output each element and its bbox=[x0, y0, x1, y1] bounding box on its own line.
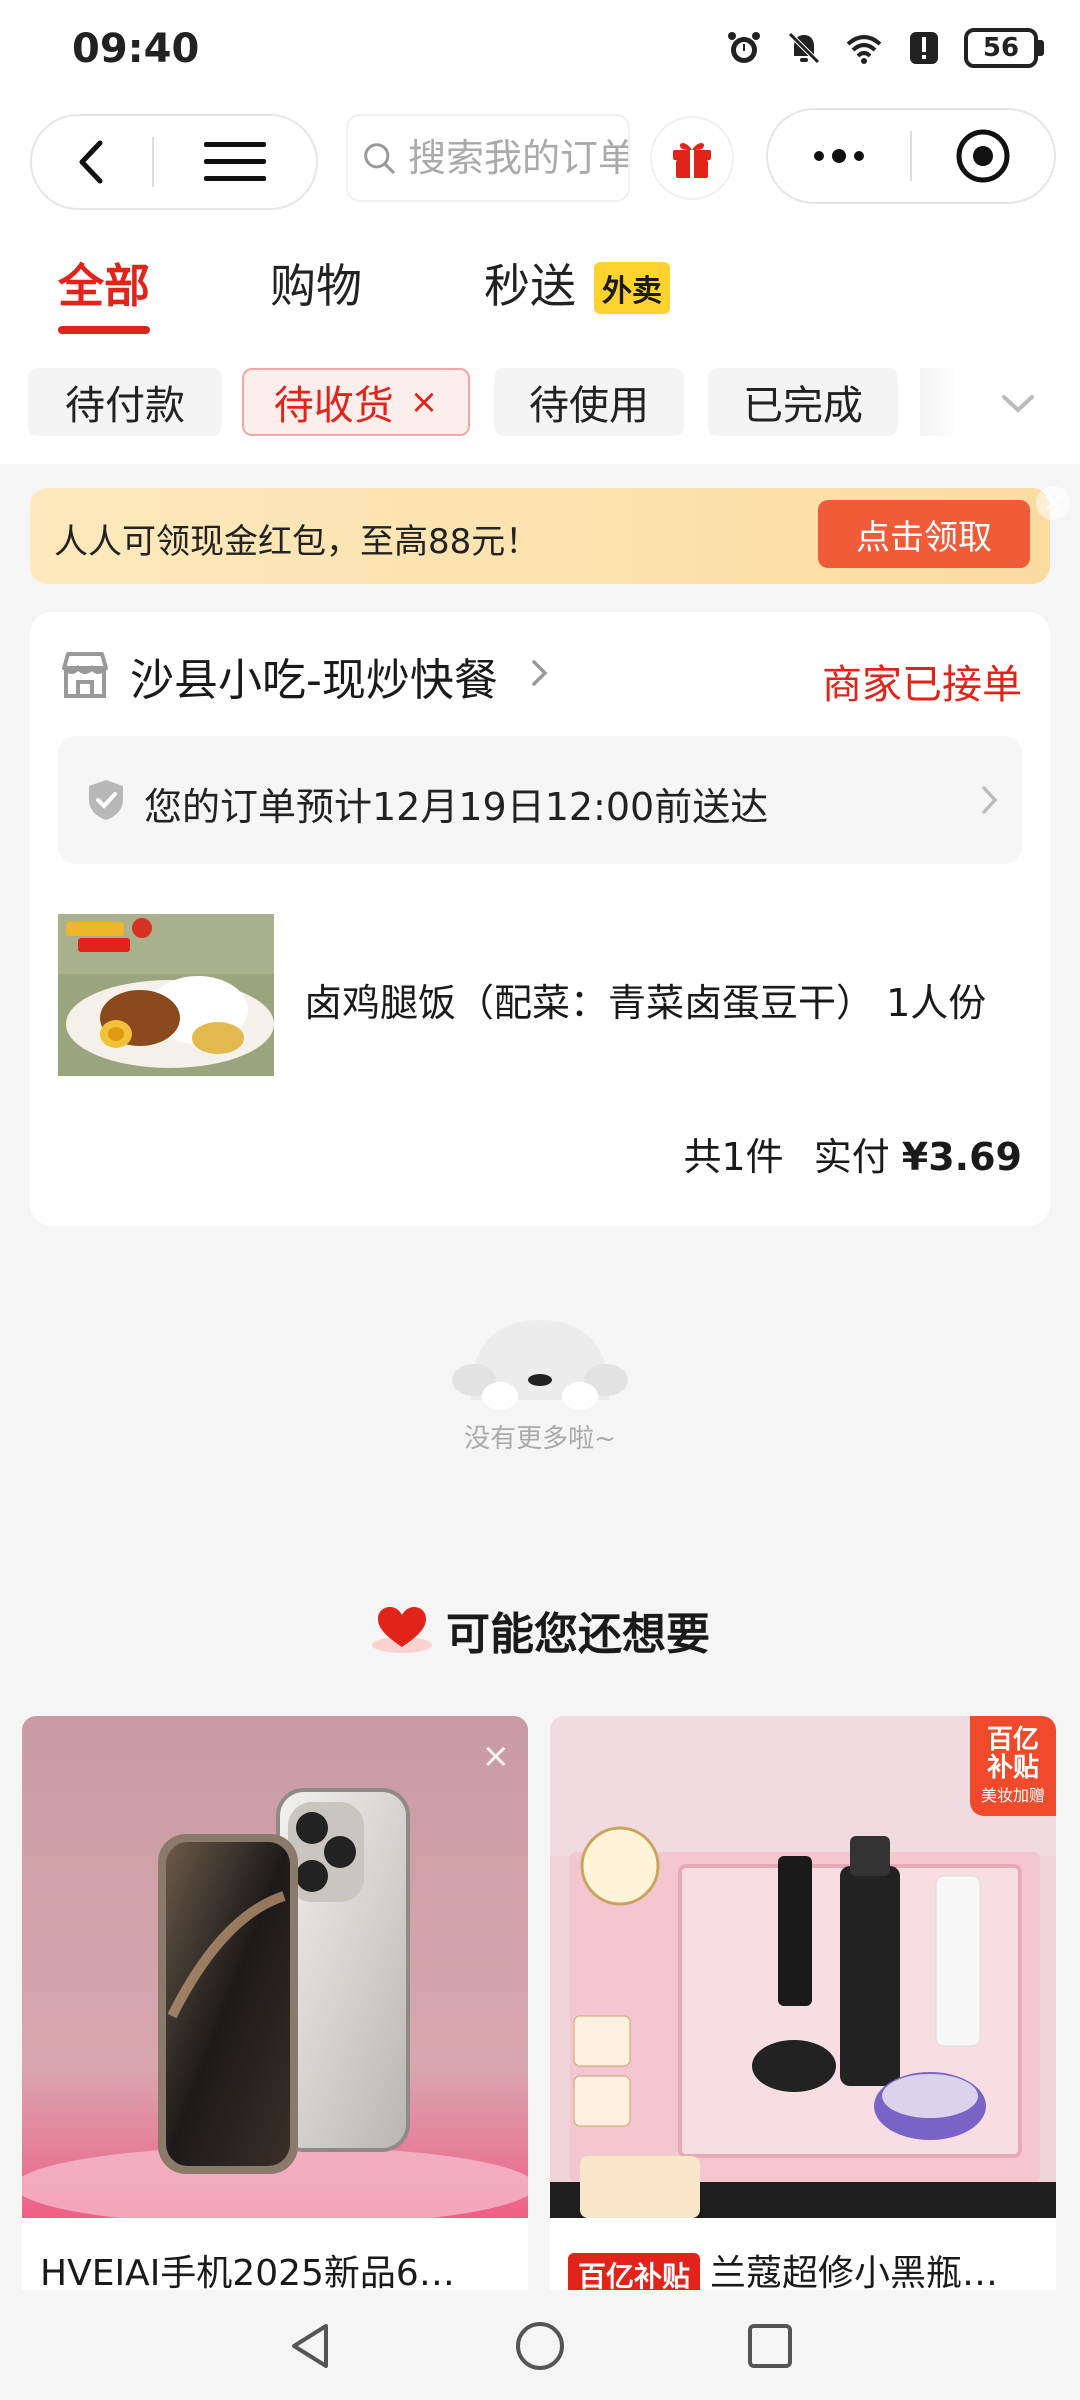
tab-instant-delivery[interactable]: 秒送 bbox=[484, 250, 576, 316]
status-bar: 09:40 56 bbox=[0, 0, 1080, 100]
product-thumbnail[interactable] bbox=[58, 914, 274, 1076]
filter-pending-payment[interactable]: 待付款 bbox=[28, 368, 222, 436]
chevron-down-icon bbox=[1002, 395, 1034, 413]
gift-icon bbox=[673, 142, 711, 178]
product-name[interactable]: 卤鸡腿饭（配菜：青菜卤蛋豆干） 1人份 bbox=[304, 972, 986, 1027]
subsidy-corner-badge: 百亿 补贴 美妆加赠 bbox=[970, 1716, 1056, 1816]
nav-back-button[interactable] bbox=[280, 2316, 340, 2376]
delivery-estimate[interactable]: 您的订单预计12月19日12:00前送达 bbox=[58, 736, 1022, 864]
recommend-header: 可能您还想要 bbox=[0, 1598, 1080, 1662]
promo-text: 人人可领现金红包，至高88元！ bbox=[54, 522, 540, 562]
tab-shopping[interactable]: 购物 bbox=[270, 250, 362, 316]
filter-pending-receipt[interactable]: 待收货 × bbox=[242, 368, 470, 436]
alarm-icon bbox=[728, 32, 760, 63]
filter-clear-icon[interactable]: × bbox=[410, 382, 439, 422]
red-packet-banner: 人人可领现金红包，至高88元！ 点击领取 × bbox=[30, 486, 1070, 584]
shield-check-icon bbox=[89, 780, 123, 820]
recommend-title: 可能您还想要 bbox=[446, 1609, 710, 1660]
delivery-text: 您的订单预计12月19日12:00前送达 bbox=[144, 785, 769, 829]
store-name[interactable]: 沙县小吃-现炒快餐 bbox=[130, 644, 498, 708]
status-filters: 待付款 待收货 × 待使用 已完成 bbox=[0, 340, 1080, 464]
filter-completed[interactable]: 已完成 bbox=[708, 368, 898, 436]
order-card[interactable]: 沙县小吃-现炒快餐 商家已接单 您的订单预计12月19日12:00前送达 卤鸡腿… bbox=[30, 612, 1050, 1226]
store-icon bbox=[62, 652, 108, 698]
system-nav-bar bbox=[0, 2290, 1080, 2400]
order-status: 商家已接单 bbox=[822, 662, 1022, 708]
close-icon[interactable]: × bbox=[1036, 486, 1070, 520]
battery-level: 56 bbox=[964, 28, 1038, 68]
product-title[interactable]: HVEIAI手机2025新品6… bbox=[40, 2244, 510, 2296]
search-box[interactable] bbox=[346, 114, 630, 202]
filter-to-use[interactable]: 待使用 bbox=[494, 368, 684, 436]
filter-label: 待收货 bbox=[273, 383, 394, 429]
recommend-product-card[interactable]: × HVEIAI手机2025新品6… bbox=[22, 1716, 528, 2316]
paid-label: 实付 bbox=[813, 1135, 890, 1179]
item-count: 共1件 bbox=[683, 1135, 784, 1179]
mute-icon bbox=[788, 32, 820, 64]
tab-active-indicator bbox=[58, 326, 150, 334]
order-total: 共1件 实付 ¥3.69 bbox=[684, 1126, 1023, 1181]
tab-all[interactable]: 全部 bbox=[58, 250, 150, 316]
triangle-back-icon bbox=[292, 2324, 328, 2368]
chevron-right-icon bbox=[982, 786, 998, 814]
gift-button[interactable] bbox=[650, 116, 734, 200]
no-more-label: 没有更多啦~ bbox=[464, 1424, 616, 1454]
nav-home-button[interactable] bbox=[510, 2316, 570, 2376]
claim-button[interactable]: 点击领取 bbox=[818, 500, 1030, 568]
close-icon[interactable]: × bbox=[482, 1736, 511, 1776]
target-icon bbox=[956, 129, 1010, 183]
back-icon bbox=[79, 140, 103, 184]
top-bar bbox=[0, 100, 1080, 220]
more-icon bbox=[814, 149, 864, 163]
menu-icon bbox=[204, 142, 266, 181]
paid-price: ¥3.69 bbox=[901, 1135, 1022, 1179]
nav-recents-button[interactable] bbox=[740, 2316, 800, 2376]
mascot-icon bbox=[452, 1320, 628, 1410]
battery-indicator: 56 bbox=[964, 28, 1044, 68]
empty-indicator: 没有更多啦~ bbox=[440, 1310, 640, 1455]
phone-product-image bbox=[22, 1716, 528, 2218]
search-input[interactable] bbox=[408, 136, 628, 180]
chevron-right-icon bbox=[532, 660, 548, 686]
circle-home-icon bbox=[516, 2322, 564, 2370]
filter-overflow-fade bbox=[920, 368, 960, 436]
recommend-product-card[interactable]: 百亿 补贴 美妆加赠 百亿补贴 兰蔻超修小黑瓶… bbox=[550, 1716, 1056, 2316]
nav-capsule bbox=[30, 114, 318, 210]
status-time: 09:40 bbox=[72, 26, 200, 72]
alert-icon bbox=[910, 32, 938, 64]
menu-button[interactable] bbox=[154, 114, 316, 210]
waimai-badge: 外卖 bbox=[594, 262, 670, 314]
close-mini-program-button[interactable] bbox=[912, 108, 1054, 204]
order-tabs: 全部 购物 秒送 外卖 bbox=[0, 220, 1080, 340]
more-button[interactable] bbox=[768, 108, 910, 204]
wifi-icon bbox=[846, 35, 882, 64]
search-icon bbox=[364, 143, 395, 174]
mini-program-capsule bbox=[766, 108, 1056, 204]
food-image bbox=[58, 914, 274, 1076]
expand-filters-button[interactable] bbox=[990, 384, 1046, 424]
heart-icon bbox=[372, 1607, 432, 1653]
back-button[interactable] bbox=[32, 114, 152, 210]
square-recents-icon bbox=[748, 2324, 792, 2368]
